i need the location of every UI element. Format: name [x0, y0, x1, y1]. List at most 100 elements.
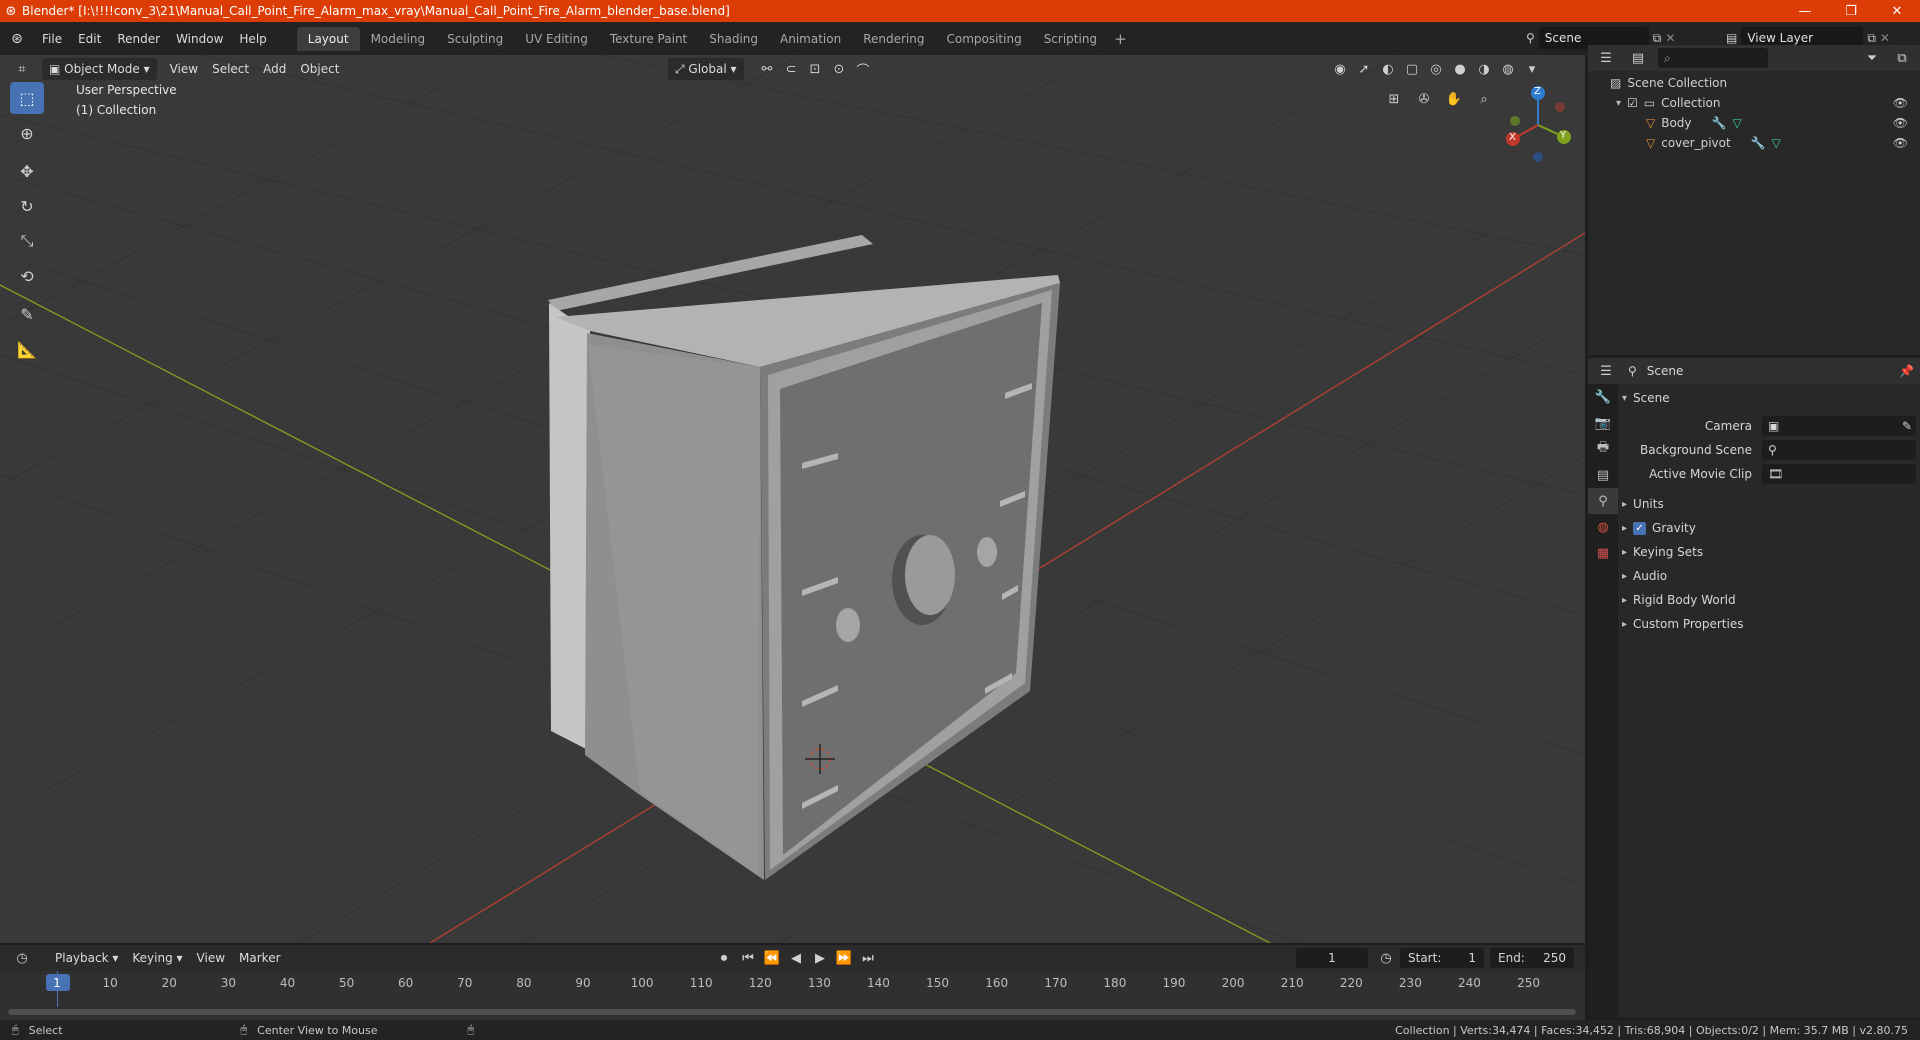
menu-file[interactable]: File	[34, 28, 70, 50]
menu-render[interactable]: Render	[109, 28, 168, 50]
pin-icon[interactable]: 📌	[1899, 364, 1914, 378]
mesh-data-icon[interactable]: ▽	[1772, 136, 1781, 150]
properties-editor-type-icon[interactable]: ☰	[1594, 360, 1618, 382]
modifier-wrench-icon[interactable]: 🔧	[1751, 136, 1766, 150]
proportional-edit-icon[interactable]: ⊙	[827, 58, 851, 80]
menu-add[interactable]: Add	[256, 58, 293, 80]
prev-keyframe-icon[interactable]: ⏪	[760, 947, 784, 969]
play-reverse-icon[interactable]: ◀	[784, 947, 808, 969]
texture-tab-icon[interactable]: ▦	[1588, 540, 1618, 566]
grid-toggle-icon[interactable]: ⊞	[1382, 88, 1406, 110]
modifier-wrench-icon[interactable]: 🔧	[1712, 116, 1727, 130]
preview-range-icon[interactable]: ◷	[1374, 947, 1398, 969]
gravity-section-header[interactable]: ▸ ✓ Gravity	[1622, 516, 1916, 540]
output-tab-icon[interactable]: 🖶	[1588, 436, 1618, 462]
remove-scene-icon[interactable]: ✕	[1665, 31, 1675, 45]
move-tool-icon[interactable]: ✥	[10, 155, 44, 187]
jump-end-icon[interactable]: ⏭	[856, 947, 880, 969]
3d-viewport[interactable]: User Perspective (1) Collection Z Y X ⊞ …	[0, 55, 1585, 943]
record-icon[interactable]: ⏺	[712, 947, 736, 969]
restore-button[interactable]: ❐	[1828, 0, 1874, 22]
render-tab-icon[interactable]: 📷	[1588, 410, 1618, 436]
close-button[interactable]: ✕	[1874, 0, 1920, 22]
tab-scripting[interactable]: Scripting	[1033, 27, 1108, 51]
outliner-search-input[interactable]: ⌕	[1658, 48, 1768, 68]
menu-select[interactable]: Select	[205, 58, 256, 80]
eyedropper-icon[interactable]: ✎	[1902, 419, 1912, 433]
outliner-row-body[interactable]: ▽ Body 🔧 ▽ 👁	[1588, 113, 1920, 133]
snap-target-icon[interactable]: ⊡	[803, 58, 827, 80]
world-tab-icon[interactable]: ◍	[1588, 514, 1618, 540]
visibility-icon[interactable]: ◉	[1328, 58, 1352, 80]
tab-texture-paint[interactable]: Texture Paint	[599, 27, 698, 51]
camera-view-icon[interactable]: ✇	[1412, 88, 1436, 110]
end-frame-field[interactable]: End: 250	[1490, 948, 1574, 968]
select-box-tool-icon[interactable]: ⬚	[10, 82, 44, 114]
timeline-view-menu[interactable]: View	[190, 947, 232, 969]
snap-icon[interactable]: ⊂	[779, 58, 803, 80]
timeline-area[interactable]: 1 10 20 30 40 50 60 70 80 90 100 110 120 130 140 150 160…	[0, 971, 1585, 1021]
annotate-tool-icon[interactable]: ✎	[10, 298, 44, 330]
scale-tool-icon[interactable]: ⤡	[10, 225, 44, 257]
tab-animation[interactable]: Animation	[769, 27, 852, 51]
frame-ruler[interactable]: 1 10 20 30 40 50 60 70 80 90 100 110 120 130 140 150 160…	[0, 971, 1585, 995]
rotate-tool-icon[interactable]: ↻	[10, 190, 44, 222]
collapse-arrow-icon[interactable]: ▾	[1616, 98, 1621, 109]
tab-compositing[interactable]: Compositing	[935, 27, 1032, 51]
tab-modeling[interactable]: Modeling	[360, 27, 437, 51]
jump-start-icon[interactable]: ⏮	[736, 947, 760, 969]
mode-selector[interactable]: ▣ Object Mode ▾	[42, 58, 157, 80]
start-frame-field[interactable]: Start: 1	[1400, 948, 1484, 968]
menu-view[interactable]: View	[163, 58, 205, 80]
tab-sculpting[interactable]: Sculpting	[436, 27, 514, 51]
solid-shading-icon[interactable]: ●	[1448, 58, 1472, 80]
eye-icon[interactable]: 👁	[1893, 116, 1908, 130]
tool-tab-icon[interactable]: 🔧	[1588, 384, 1618, 410]
pan-hand-icon[interactable]: ✋	[1442, 88, 1466, 110]
remove-view-layer-icon[interactable]: ✕	[1880, 31, 1890, 45]
active-movie-clip-field[interactable]: 🎞	[1762, 464, 1916, 484]
scene-tab-icon[interactable]: ⚲	[1588, 488, 1618, 514]
eye-icon[interactable]: 👁	[1893, 136, 1908, 150]
display-mode-icon[interactable]: ▤	[1626, 47, 1650, 69]
cursor-tool-icon[interactable]: ⊕	[10, 117, 44, 149]
view-layer-icon[interactable]: ▤	[1726, 31, 1737, 45]
mesh-data-icon[interactable]: ▽	[1732, 116, 1741, 130]
rendered-shading-icon[interactable]: ◍	[1496, 58, 1520, 80]
gizmo-toggle-icon[interactable]: ➚	[1352, 58, 1376, 80]
measure-tool-icon[interactable]: 📐	[10, 333, 44, 365]
play-icon[interactable]: ▶	[808, 947, 832, 969]
camera-field[interactable]: ▣ ✎	[1762, 416, 1916, 436]
zoom-icon[interactable]: ⌕	[1472, 88, 1496, 110]
add-workspace-icon[interactable]: +	[1108, 30, 1133, 48]
next-keyframe-icon[interactable]: ⏩	[832, 947, 856, 969]
outliner-editor-type-icon[interactable]: ☰	[1594, 47, 1618, 69]
checkbox-icon[interactable]: ☑	[1627, 96, 1638, 110]
transform-tool-icon[interactable]: ⟲	[10, 260, 44, 292]
orientation-selector[interactable]: ⤢ Global ▾	[668, 58, 744, 80]
audio-section-header[interactable]: ▸ Audio	[1622, 564, 1916, 588]
menu-edit[interactable]: Edit	[70, 28, 109, 50]
xray-icon[interactable]: ▢	[1400, 58, 1424, 80]
blender-menu-icon[interactable]: ⊛	[0, 31, 34, 47]
eye-icon[interactable]: 👁	[1893, 96, 1908, 110]
menu-window[interactable]: Window	[168, 28, 231, 50]
tab-rendering[interactable]: Rendering	[852, 27, 935, 51]
scene-section-header[interactable]: ▾ Scene	[1622, 386, 1916, 410]
marker-menu[interactable]: Marker	[232, 947, 287, 969]
new-view-layer-icon[interactable]: ⧉	[1867, 31, 1876, 46]
timeline-scrollbar[interactable]	[8, 1009, 1576, 1015]
falloff-icon[interactable]: ⌒	[851, 58, 875, 80]
background-scene-field[interactable]: ⚲	[1762, 440, 1916, 460]
view-layer-tab-icon[interactable]: ▤	[1588, 462, 1618, 488]
outliner-row-scene-collection[interactable]: ▨ Scene Collection	[1588, 73, 1920, 93]
minimize-button[interactable]: —	[1782, 0, 1828, 22]
pivot-icon[interactable]: ⚯	[755, 58, 779, 80]
navigation-gizmo[interactable]: Z Y X	[1498, 85, 1578, 165]
keying-menu[interactable]: Keying ▾	[125, 947, 189, 969]
keying-sets-section-header[interactable]: ▸ Keying Sets	[1622, 540, 1916, 564]
wireframe-shading-icon[interactable]: ◎	[1424, 58, 1448, 80]
outliner-row-cover-pivot[interactable]: ▽ cover_pivot 🔧 ▽ 👁	[1588, 133, 1920, 153]
overlay-icon[interactable]: ◐	[1376, 58, 1400, 80]
tab-shading[interactable]: Shading	[698, 27, 769, 51]
